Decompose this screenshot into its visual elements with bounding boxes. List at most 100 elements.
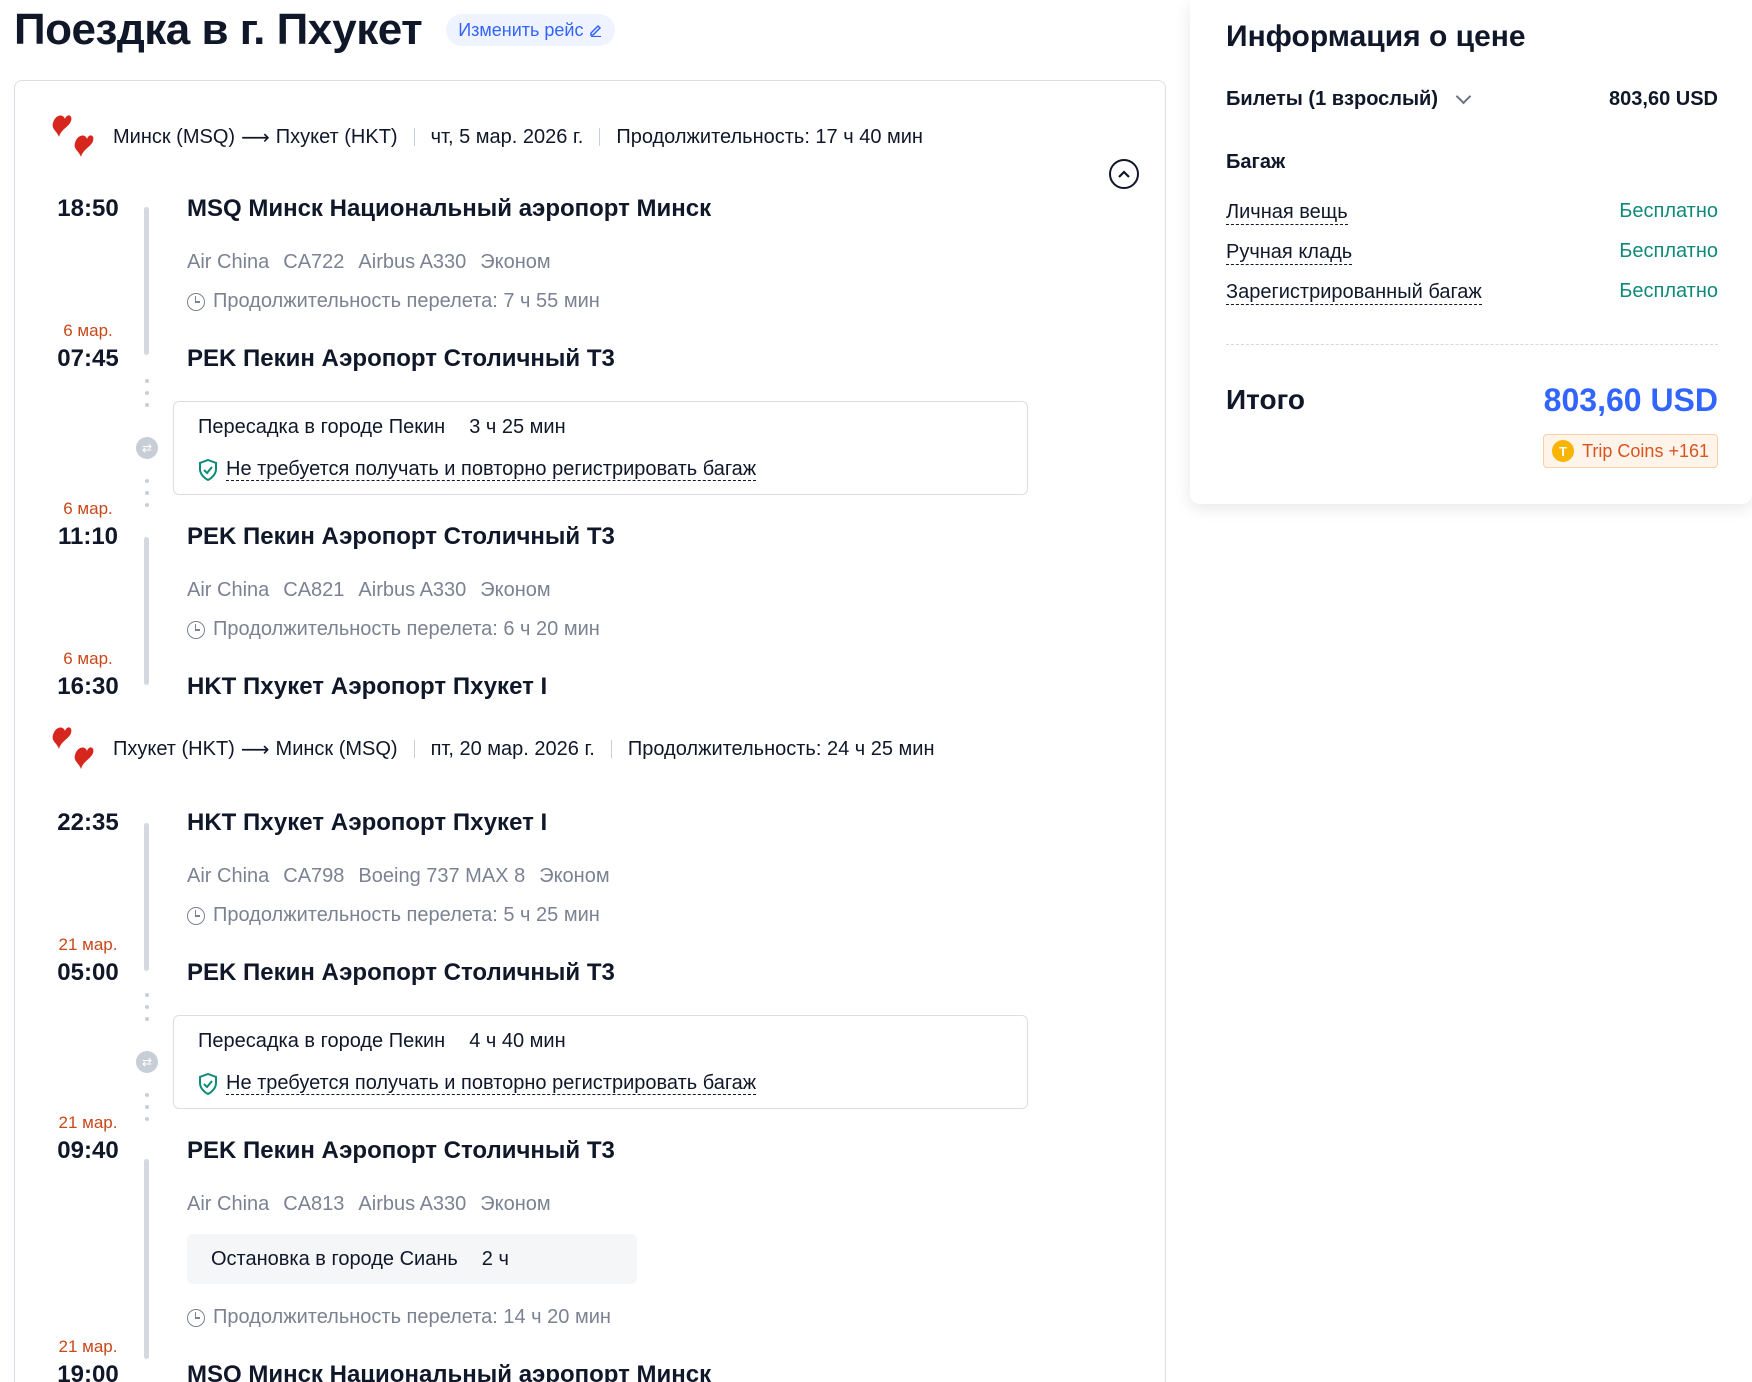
clock-icon [187, 1308, 205, 1327]
timeline-dots [145, 479, 149, 515]
clock-icon [187, 620, 205, 639]
airline-name: Air China [187, 1193, 270, 1215]
arrival-time: 07:45 [57, 345, 119, 372]
departure-time: 18:50 [57, 195, 119, 222]
arrival-airport: PEK Пекин Аэропорт Столичный T3 [187, 959, 615, 986]
price-info-panel: Информация о цене Билеты (1 взрослый) 80… [1190, 0, 1752, 504]
departure-airport: PEK Пекин Аэропорт Столичный T3 [187, 1137, 615, 1164]
airline-name: Air China [187, 865, 270, 887]
route-arrow-icon: ⟶ [240, 738, 270, 761]
return-route-header: Пхукет (HKT) ⟶ Минск (MSQ) пт, 20 мар. 2… [45, 721, 935, 777]
clock-icon [187, 292, 205, 311]
return-date: пт, 20 мар. 2026 г. [430, 737, 595, 760]
outbound-total-duration: Продолжительность: 17 ч 40 мин [616, 125, 923, 148]
stopover-box: Остановка в городе Сиань 2 ч [187, 1234, 637, 1284]
baggage-transfer-note: Не требуется получать и повторно регистр… [226, 1072, 757, 1095]
outbound-from: Минск (MSQ) [113, 125, 236, 148]
arrival-airport: PEK Пекин Аэропорт Столичный T3 [187, 345, 615, 372]
air-china-logo-icon [45, 721, 105, 777]
page-title: Поездка в г. Пхукет [14, 5, 423, 54]
return-to: Минск (MSQ) [275, 737, 398, 760]
return-total-duration: Продолжительность: 24 ч 25 мин [627, 737, 935, 760]
stopover-time: 2 ч [481, 1247, 509, 1270]
arrival-date: 6 мар. [63, 321, 113, 340]
arrival-time: 19:00 [57, 1361, 119, 1382]
total-label: Итого [1226, 384, 1305, 415]
baggage-label[interactable]: Зарегистрированный багаж [1226, 280, 1482, 305]
baggage-title: Багаж [1226, 151, 1286, 173]
outbound-route-header: Минск (MSQ) ⟶ Пхукет (HKT) чт, 5 мар. 20… [45, 109, 923, 165]
departure-airport: PEK Пекин Аэропорт Столичный T3 [187, 523, 615, 550]
layover-note[interactable]: Не требуется получать и повторно регистр… [198, 1072, 757, 1095]
departure-airport: MSQ Минск Национальный аэропорт Минск [187, 195, 712, 222]
divider [1226, 344, 1718, 345]
layover-city: Пересадка в городе Пекин [198, 1030, 446, 1052]
outbound-date: чт, 5 мар. 2026 г. [430, 125, 584, 148]
baggage-label[interactable]: Ручная кладь [1226, 240, 1353, 265]
flight-number: CA813 [283, 1193, 345, 1215]
flight-info: Air China CA722 Airbus A330 Эконом [187, 251, 551, 274]
timeline-line [144, 207, 149, 355]
layover-time: 3 ч 25 мин [469, 416, 566, 438]
aircraft-type: Airbus A330 [358, 579, 467, 601]
chevron-down-icon [1455, 88, 1472, 105]
departure-time: 11:10 [57, 523, 119, 550]
trip-coins-label: Trip Coins +161 [1582, 440, 1709, 461]
route-arrow-icon: ⟶ [241, 126, 270, 149]
edit-icon [590, 24, 602, 37]
baggage-row-carry-on: Ручная кладь Бесплатно [1226, 240, 1718, 265]
change-flight-label: Изменить рейс [458, 19, 584, 40]
baggage-value: Бесплатно [1619, 240, 1718, 262]
shield-check-icon [199, 458, 217, 481]
layover-note[interactable]: Не требуется получать и повторно регистр… [198, 458, 757, 481]
tickets-label: Билеты (1 взрослый) [1226, 88, 1439, 110]
trip-coins-badge[interactable]: T Trip Coins +161 [1543, 434, 1718, 468]
baggage-label[interactable]: Личная вещь [1226, 200, 1348, 225]
tickets-dropdown[interactable]: Билеты (1 взрослый) [1226, 88, 1472, 111]
layover-city: Пересадка в городе Пекин [198, 416, 446, 438]
timeline-dots [145, 379, 149, 415]
layover-title: Пересадка в городе Пекин 3 ч 25 мин [198, 416, 566, 439]
transfer-icon: ⇄ [136, 1051, 158, 1073]
departure-date: 6 мар. [63, 499, 113, 518]
baggage-row-personal-item: Личная вещь Бесплатно [1226, 200, 1718, 225]
arrival-date: 21 мар. [58, 1337, 118, 1356]
flight-info: Air China CA813 Airbus A330 Эконом [187, 1193, 551, 1216]
collapse-chevron-up-icon[interactable] [1109, 159, 1139, 189]
flight-duration: Продолжительность перелета: 6 ч 20 мин [187, 618, 600, 641]
divider [610, 740, 612, 758]
tickets-value: 803,60 USD [1609, 88, 1718, 110]
stopover-city: Остановка в городе Сиань [211, 1247, 458, 1270]
departure-time: 09:40 [57, 1137, 119, 1164]
trip-details-card: Минск (MSQ) ⟶ Пхукет (HKT) чт, 5 мар. 20… [14, 80, 1166, 1382]
aircraft-type: Airbus A330 [358, 251, 467, 273]
flight-number: CA722 [283, 251, 345, 273]
baggage-value: Бесплатно [1619, 200, 1718, 222]
flight-number: CA798 [283, 865, 345, 887]
timeline-line [144, 537, 149, 685]
baggage-value: Бесплатно [1619, 280, 1718, 302]
layover-box: Пересадка в городе Пекин 4 ч 40 мин Не т… [173, 1015, 1028, 1109]
arrival-airport: MSQ Минск Национальный аэропорт Минск [187, 1361, 712, 1382]
flight-duration: Продолжительность перелета: 14 ч 20 мин [187, 1306, 611, 1329]
transfer-icon: ⇄ [136, 437, 158, 459]
outbound-to: Пхукет (HKT) [275, 125, 398, 148]
divider [599, 128, 601, 146]
flight-duration-text: Продолжительность перелета: 7 ч 55 мин [213, 290, 600, 312]
clock-icon [187, 906, 205, 925]
arrival-time: 05:00 [57, 959, 119, 986]
arrival-time: 16:30 [57, 673, 119, 700]
change-flight-button[interactable]: Изменить рейс [446, 14, 616, 46]
baggage-transfer-note: Не требуется получать и повторно регистр… [226, 458, 757, 481]
page-header: Поездка в г. Пхукет Изменить рейс [14, 0, 616, 60]
aircraft-type: Boeing 737 MAX 8 [358, 865, 526, 887]
flight-duration: Продолжительность перелета: 5 ч 25 мин [187, 904, 600, 927]
arrival-date: 6 мар. [63, 649, 113, 668]
flight-duration-text: Продолжительность перелета: 14 ч 20 мин [213, 1306, 611, 1328]
tickets-row: Билеты (1 взрослый) 803,60 USD [1226, 88, 1718, 111]
divider [413, 128, 415, 146]
cabin-class: Эконом [480, 579, 551, 601]
return-from: Пхукет (HKT) [113, 737, 235, 760]
flight-number: CA821 [283, 579, 345, 601]
airline-name: Air China [187, 579, 270, 601]
